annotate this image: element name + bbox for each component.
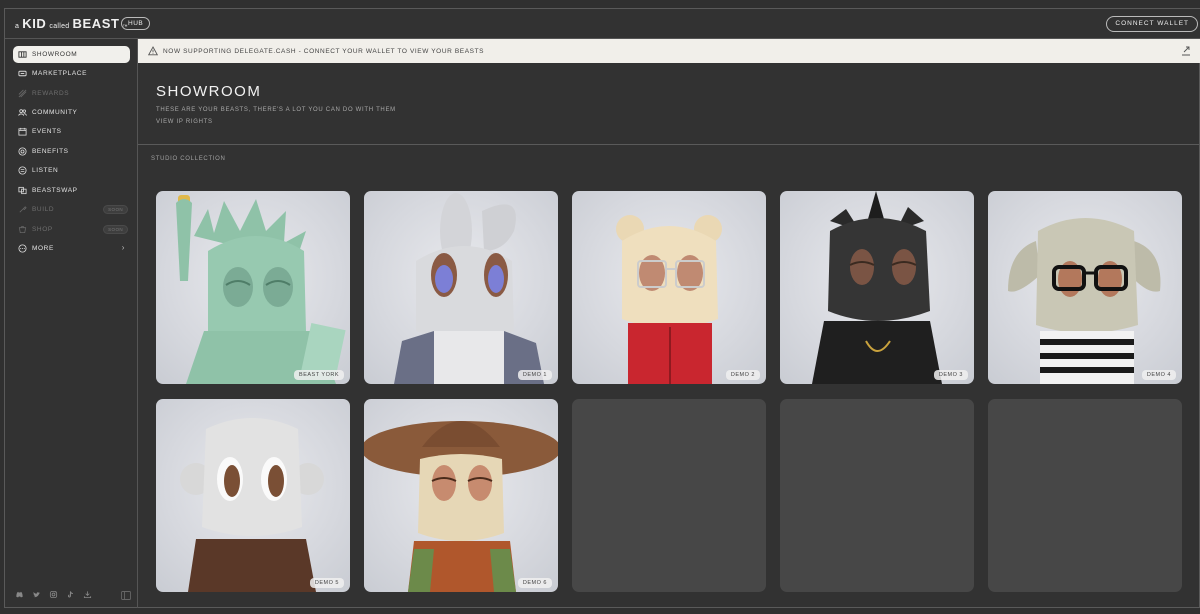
listen-icon (17, 166, 27, 176)
card-label: BEAST YORK (294, 370, 344, 380)
card-label: DEMO 3 (933, 370, 968, 380)
sidebar-item-label: BEASTSWAP (32, 187, 78, 194)
sidebar-item-label: SHOWROOM (32, 51, 78, 58)
sidebar-item-beastswap[interactable]: BEASTSWAP (13, 182, 130, 199)
tiktok-icon[interactable] (66, 590, 76, 600)
page-hero: SHOWROOM THESE ARE YOUR BEASTS, THERE'S … (138, 63, 1200, 145)
logo-kid: KID (22, 16, 47, 31)
sidebar: SHOWROOM MARKETPLACE REWARDS COMMUNITY E… (5, 39, 138, 608)
beast-card[interactable]: BEAST YORK (156, 191, 350, 384)
discord-icon[interactable] (15, 590, 25, 600)
instagram-icon[interactable] (49, 590, 59, 600)
sidebar-item-label: BENEFITS (32, 148, 69, 155)
sidebar-item-label: SHOP (32, 226, 53, 233)
bear-beast-image (616, 215, 722, 384)
liberty-beast-image (176, 195, 346, 384)
external-link-icon[interactable] (1181, 46, 1191, 56)
events-icon (17, 127, 27, 137)
sidebar-item-showroom[interactable]: SHOWROOM (13, 46, 130, 63)
empty-card-slot (572, 399, 766, 592)
shop-icon (17, 225, 27, 235)
sidebar-item-label: EVENTS (32, 128, 62, 135)
sidebar-item-build: BUILD SOON (13, 201, 130, 218)
warning-icon (148, 46, 158, 56)
marketplace-icon (17, 69, 27, 79)
soon-badge: SOON (103, 205, 128, 214)
beast-card[interactable]: DEMO 4 (988, 191, 1182, 384)
logo-beast: BEAST (72, 16, 120, 31)
card-label: DEMO 2 (725, 370, 760, 380)
sidebar-item-label: LISTEN (32, 167, 59, 174)
twitter-icon[interactable] (32, 590, 42, 600)
sidebar-item-listen[interactable]: LISTEN (13, 162, 130, 179)
beast-card[interactable]: DEMO 5 (156, 399, 350, 592)
black-cat-beast-image (812, 191, 942, 384)
beastswap-icon (17, 186, 27, 196)
sidebar-item-rewards: REWARDS (13, 85, 130, 102)
rabbit-beast-image (394, 193, 544, 384)
page-subtitle: THESE ARE YOUR BEASTS, THERE'S A LOT YOU… (156, 107, 396, 113)
sidebar-item-marketplace[interactable]: MARKETPLACE (13, 65, 130, 82)
sidebar-item-label: MORE (32, 245, 54, 252)
empty-card-slot (988, 399, 1182, 592)
beast-card[interactable]: DEMO 1 (364, 191, 558, 384)
beast-card[interactable]: DEMO 3 (780, 191, 974, 384)
sidebar-item-community[interactable]: COMMUNITY (13, 104, 130, 121)
empty-card-slot (780, 399, 974, 592)
sidebar-item-label: MARKETPLACE (32, 70, 88, 77)
sidebar-item-label: REWARDS (32, 90, 70, 97)
top-header: a KID called BEAST ™ HUB CONNECT WALLET (5, 9, 1200, 39)
benefits-icon (17, 147, 27, 157)
logo-a: a (15, 23, 20, 30)
view-ip-rights-link[interactable]: VIEW IP RIGHTS (156, 119, 213, 125)
logo-called: called (49, 23, 70, 30)
sidebar-item-benefits[interactable]: BENEFITS (13, 143, 130, 160)
card-label: DEMO 5 (309, 578, 344, 588)
hub-badge[interactable]: HUB (121, 17, 151, 30)
chevron-right-icon: › (121, 243, 125, 252)
card-label: DEMO 4 (1141, 370, 1176, 380)
more-icon (17, 244, 27, 254)
card-label: DEMO 1 (517, 370, 552, 380)
sidebar-item-events[interactable]: EVENTS (13, 123, 130, 140)
monkey-beast-image (180, 418, 324, 592)
sidebar-item-label: COMMUNITY (32, 109, 78, 116)
beast-card[interactable]: DEMO 6 (364, 399, 558, 592)
showroom-icon (17, 50, 27, 60)
sidebar-item-shop: SHOP SOON (13, 221, 130, 238)
soon-badge: SOON (103, 225, 128, 234)
rewards-icon (17, 89, 27, 99)
beast-card[interactable]: DEMO 2 (572, 191, 766, 384)
cowboy-hat-beast-image (364, 421, 558, 592)
announcement-banner: NOW SUPPORTING DELEGATE.CASH - CONNECT Y… (138, 39, 1200, 63)
build-icon (17, 205, 27, 215)
download-icon[interactable] (83, 590, 93, 600)
social-links (15, 590, 93, 600)
card-label: DEMO 6 (517, 578, 552, 588)
floppy-ear-beast-image (1008, 218, 1161, 384)
sidebar-item-more[interactable]: MORE › (13, 240, 130, 257)
connect-wallet-button[interactable]: CONNECT WALLET (1106, 16, 1198, 32)
section-title: STUDIO COLLECTION (151, 156, 226, 162)
collapse-sidebar-icon[interactable] (121, 591, 131, 600)
page-title: SHOWROOM (156, 83, 262, 100)
brand-logo[interactable]: a KID called BEAST ™ (15, 16, 128, 31)
community-icon (17, 108, 27, 118)
sidebar-item-label: BUILD (32, 206, 55, 213)
banner-text: NOW SUPPORTING DELEGATE.CASH - CONNECT Y… (163, 47, 485, 55)
